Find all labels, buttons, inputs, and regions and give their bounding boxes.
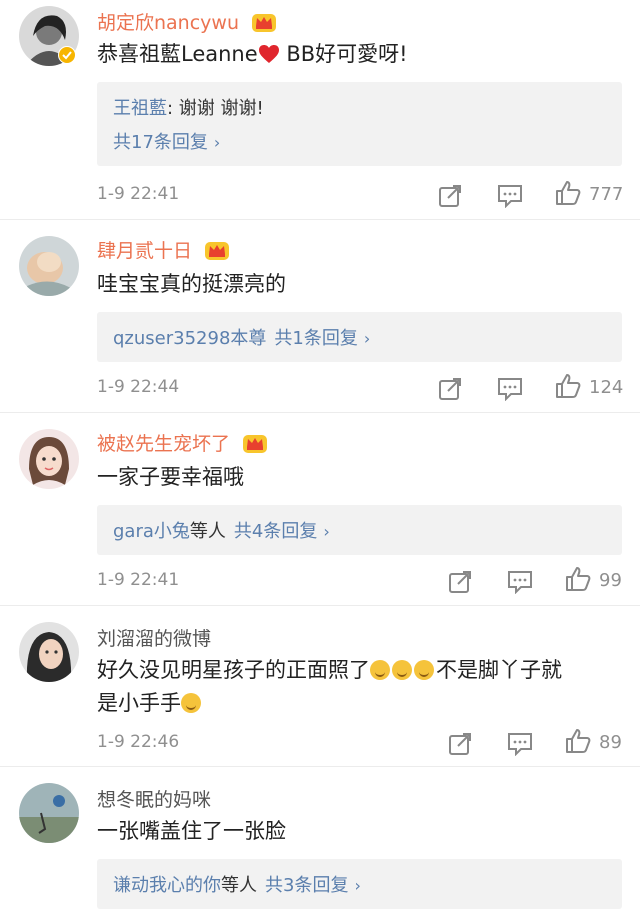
laugh-emoji [181,693,201,713]
share-icon[interactable] [448,568,474,594]
share-icon[interactable] [438,182,464,208]
comment-text: 一张嘴盖住了一张脸 [97,819,286,843]
like-icon[interactable] [555,373,581,399]
view-replies-link[interactable]: gara小兔等人 共4条回复 › [113,517,330,543]
timestamp: 1-9 22:44 [97,377,180,397]
like-count: 89 [599,732,622,753]
comment-icon[interactable] [497,375,523,401]
comment-text: 恭喜祖藍Leanne BB好可愛呀! [97,42,408,66]
reply-box[interactable]: qzuser35298本尊 共1条回复 › [97,312,622,362]
verified-icon [58,46,76,64]
crown-icon [252,14,277,32]
comment-text: 哇宝宝真的挺漂亮的 [97,272,286,296]
comment-text: 一家子要幸福哦 [97,465,244,489]
avatar[interactable] [19,236,79,296]
reply-users[interactable]: qzuser35298本尊 [113,328,266,349]
comment-icon[interactable] [497,182,523,208]
reply-preview: 王祖藍: 谢谢 谢谢! [113,98,264,119]
chevron-right-icon: › [213,133,221,152]
crown-icon [243,435,268,453]
like-count: 99 [599,570,622,591]
like-count: 124 [589,377,624,398]
like-icon[interactable] [565,728,591,754]
share-icon[interactable] [438,375,464,401]
comment-item: 胡定欣nancywu 恭喜祖藍Leanne BB好可愛呀! 王祖藍: 谢谢 谢谢… [0,0,640,220]
avatar[interactable] [19,429,79,489]
comment-text: 好久没见明星孩子的正面照了 不是脚丫子就 是小手手 [97,658,562,715]
username[interactable]: 想冬眠的妈咪 [97,785,211,812]
timestamp: 1-9 22:41 [97,184,180,204]
view-replies-link[interactable]: 共17条回复 › [113,128,220,154]
heart-emoji [258,45,279,63]
crown-icon [205,242,230,260]
comment-item: 被赵先生宠坏了 一家子要幸福哦 gara小兔等人 共4条回复 › 1-9 22:41… [0,413,640,606]
view-replies-link[interactable]: qzuser35298本尊 共1条回复 › [113,324,370,350]
timestamp: 1-9 22:46 [97,732,180,752]
username[interactable]: 刘溜溜的微博 [97,624,211,651]
timestamp: 1-9 22:41 [97,570,180,590]
comment-item: 想冬眠的妈咪 一张嘴盖住了一张脸 谦动我心的你等人 共3条回复 › [0,767,640,909]
view-replies-link[interactable]: 谦动我心的你等人 共3条回复 › [113,871,361,897]
like-icon[interactable] [565,566,591,592]
reply-users[interactable]: 谦动我心的你 [113,875,221,896]
username[interactable]: 肆月贰十日 [97,236,230,263]
chevron-right-icon: › [363,329,371,348]
chevron-right-icon: › [323,522,330,541]
username[interactable]: 被赵先生宠坏了 [97,429,268,456]
username[interactable]: 胡定欣nancywu [97,8,277,35]
smile-emoji [370,660,390,680]
laugh-emoji [414,660,434,680]
reply-users[interactable]: gara小兔 [113,521,190,542]
reply-box[interactable]: gara小兔等人 共4条回复 › [97,505,622,555]
chevron-right-icon: › [354,876,361,895]
laugh-emoji [392,660,412,680]
share-icon[interactable] [448,730,474,756]
avatar[interactable] [19,783,79,843]
comment-item: 刘溜溜的微博 好久没见明星孩子的正面照了 不是脚丫子就 是小手手 1-9 22:46… [0,606,640,767]
avatar[interactable] [19,622,79,682]
reply-box[interactable]: 王祖藍: 谢谢 谢谢! 共17条回复 › [97,82,622,166]
like-icon[interactable] [555,180,581,206]
comment-icon[interactable] [507,730,533,756]
comment-item: 肆月贰十日 哇宝宝真的挺漂亮的 qzuser35298本尊 共1条回复 › 1-9 … [0,220,640,413]
reply-author[interactable]: 王祖藍 [113,98,167,119]
reply-box[interactable]: 谦动我心的你等人 共3条回复 › [97,859,622,909]
like-count: 777 [589,184,624,205]
comment-icon[interactable] [507,568,533,594]
